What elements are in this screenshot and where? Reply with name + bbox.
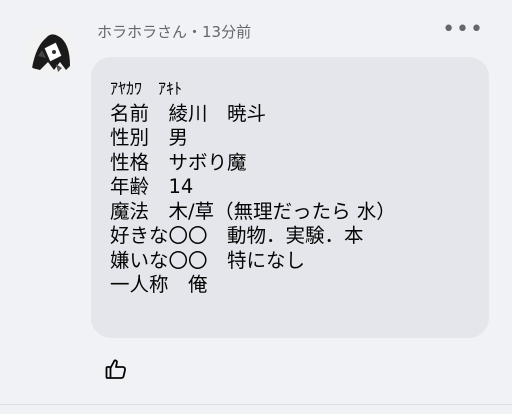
- divider: [0, 404, 512, 405]
- avatar-image: [26, 26, 76, 76]
- comment-avatar[interactable]: [26, 26, 76, 76]
- comment-line-gender: 性別 男: [110, 126, 189, 149]
- like-button[interactable]: [104, 357, 128, 381]
- thumbs-up-icon: [105, 359, 126, 379]
- comment-bubble: ｱﾔｶﾜ ｱｷﾄ 名前 綾川 暁斗 性別 男 性格 サボり魔 年齢 14 魔法 …: [91, 57, 489, 338]
- comment-author-meta[interactable]: ホラホラさん・13分前: [97, 22, 251, 42]
- comment-line-personality: 性格 サボり魔: [110, 150, 247, 174]
- comment-line-dislikes: 嫌いな〇〇 特になし: [110, 248, 306, 272]
- comment-line-pronoun: 一人称 俺: [110, 273, 208, 296]
- comment-line-reading: ｱﾔｶﾜ ｱｷﾄ: [110, 79, 183, 98]
- comment-line-likes: 好きな〇〇 動物．実験．本: [110, 224, 364, 247]
- comment-line-magic: 魔法 木/草（無理だったら 水）: [110, 199, 396, 223]
- more-options-icon[interactable]: •••: [442, 19, 484, 41]
- comment-line-name: 名前 綾川 暁斗: [110, 101, 267, 125]
- comment-line-age: 年齢 14: [110, 175, 194, 198]
